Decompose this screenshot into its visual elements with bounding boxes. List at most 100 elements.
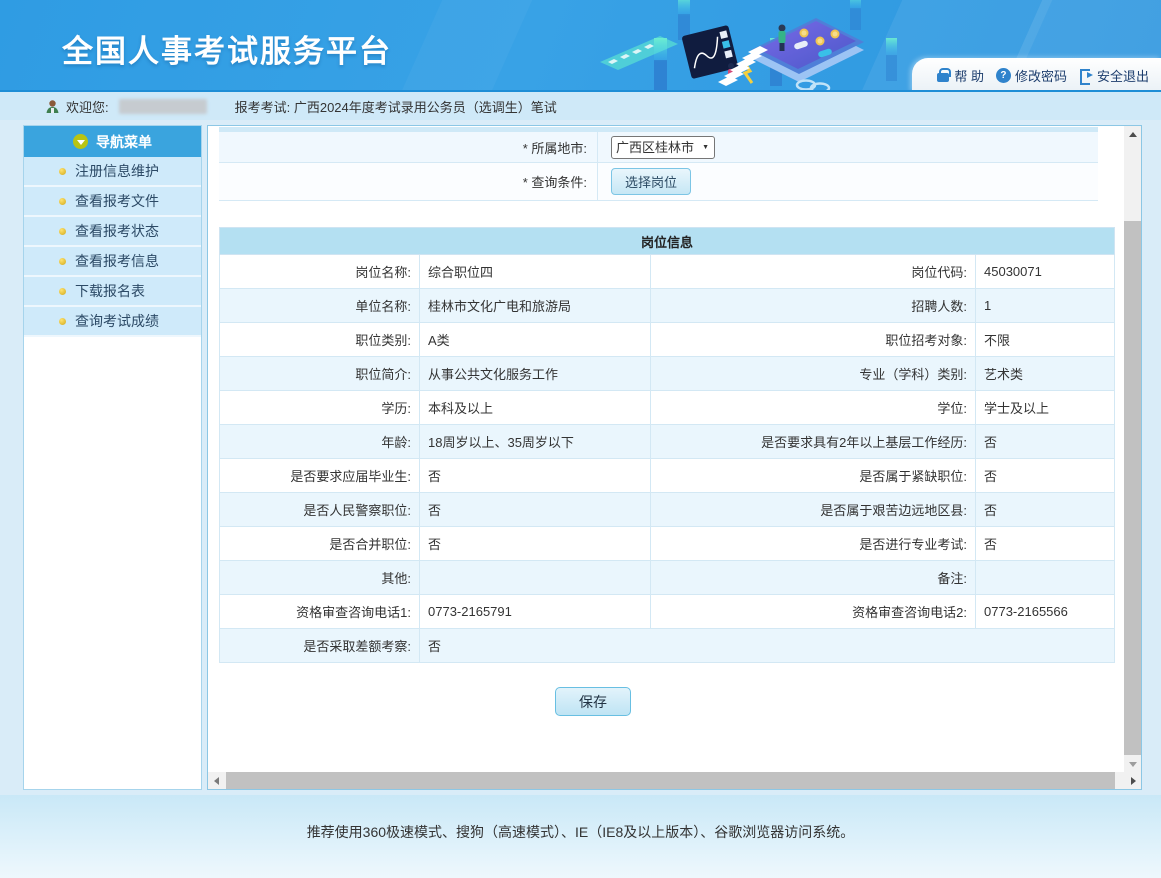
sidebar-item-label: 查看报考状态 bbox=[75, 221, 159, 241]
field-value: 18周岁以上、35周岁以下 bbox=[420, 425, 651, 459]
lock-icon bbox=[936, 68, 950, 82]
dot-icon bbox=[59, 228, 66, 235]
field-label: 专业（学科）类别: bbox=[651, 357, 976, 391]
sidebar-title: 导航菜单 bbox=[96, 132, 152, 152]
field-value: 综合职位四 bbox=[420, 255, 651, 289]
field-value: 否 bbox=[976, 425, 1115, 459]
dot-icon bbox=[59, 288, 66, 295]
header-streak bbox=[393, 0, 536, 92]
redacted-username bbox=[119, 99, 207, 114]
exam-label: 报考考试: 广西2024年度考试录用公务员（选调生）笔试 bbox=[235, 97, 557, 116]
query-form: * 所属地市: 广西区桂林市 * 查询条件: 选择岗位 bbox=[219, 132, 1098, 201]
field-value: 0773-2165566 bbox=[976, 595, 1115, 629]
field-label: 职位类别: bbox=[220, 323, 420, 357]
field-label: 是否合并职位: bbox=[220, 527, 420, 561]
field-value: 学士及以上 bbox=[976, 391, 1115, 425]
table-row: 是否采取差额考察:否 bbox=[220, 629, 1115, 663]
dot-icon bbox=[59, 168, 66, 175]
field-value: A类 bbox=[420, 323, 651, 357]
logout-label: 安全退出 bbox=[1097, 66, 1149, 85]
field-label: 职位招考对象: bbox=[651, 323, 976, 357]
horizontal-scrollbar-thumb[interactable] bbox=[226, 772, 1115, 789]
scroll-right-arrow-icon[interactable] bbox=[1125, 772, 1141, 789]
logout-link[interactable]: 安全退出 bbox=[1079, 66, 1149, 85]
scroll-left-arrow-icon[interactable] bbox=[208, 772, 224, 789]
header-illustration bbox=[598, 0, 928, 92]
change-password-link[interactable]: ? 修改密码 bbox=[996, 66, 1067, 85]
table-row: 岗位名称:综合职位四岗位代码:45030071 bbox=[220, 255, 1115, 289]
sidebar: 导航菜单 注册信息维护 查看报考文件 查看报考状态 查看报考信息 下载报名表 查… bbox=[23, 125, 202, 790]
page-footer: 推荐使用360极速模式、搜狗（高速模式）、IE（IE8及以上版本）、谷歌浏览器访… bbox=[0, 795, 1161, 878]
field-value: 桂林市文化广电和旅游局 bbox=[420, 289, 651, 323]
dot-icon bbox=[59, 258, 66, 265]
question-icon: ? bbox=[996, 68, 1011, 83]
field-value: 本科及以上 bbox=[420, 391, 651, 425]
sidebar-item[interactable]: 查看报考信息 bbox=[24, 247, 201, 277]
table-row: 学历:本科及以上学位:学士及以上 bbox=[220, 391, 1115, 425]
table-row: 资格审查咨询电话1:0773-2165791资格审查咨询电话2:0773-216… bbox=[220, 595, 1115, 629]
field-label: 学位: bbox=[651, 391, 976, 425]
field-label: 年龄: bbox=[220, 425, 420, 459]
page-title: 全国人事考试服务平台 bbox=[62, 26, 392, 71]
sidebar-item-label: 注册信息维护 bbox=[75, 161, 159, 181]
field-value: 艺术类 bbox=[976, 357, 1115, 391]
table-row: 职位类别:A类职位招考对象:不限 bbox=[220, 323, 1115, 357]
choose-position-button[interactable]: 选择岗位 bbox=[611, 168, 691, 195]
field-value: 从事公共文化服务工作 bbox=[420, 357, 651, 391]
help-link-label: 帮 助 bbox=[954, 66, 984, 85]
table-row: 单位名称:桂林市文化广电和旅游局招聘人数:1 bbox=[220, 289, 1115, 323]
position-table-body: 岗位名称:综合职位四岗位代码:45030071单位名称:桂林市文化广电和旅游局招… bbox=[220, 255, 1115, 663]
sidebar-item[interactable]: 查看报考文件 bbox=[24, 187, 201, 217]
city-select-wrap: 广西区桂林市 bbox=[611, 136, 715, 159]
field-label: 是否要求具有2年以上基层工作经历: bbox=[651, 425, 976, 459]
vertical-scrollbar[interactable] bbox=[1124, 126, 1141, 772]
save-button[interactable]: 保存 bbox=[555, 687, 631, 716]
field-value: 否 bbox=[976, 459, 1115, 493]
sidebar-item[interactable]: 下载报名表 bbox=[24, 277, 201, 307]
field-label: 是否采取差额考察: bbox=[220, 629, 420, 663]
field-value: 45030071 bbox=[976, 255, 1115, 289]
exit-icon bbox=[1079, 68, 1093, 82]
vertical-scrollbar-thumb[interactable] bbox=[1124, 221, 1141, 755]
field-label: 是否人民警察职位: bbox=[220, 493, 420, 527]
dot-icon bbox=[59, 318, 66, 325]
quicklinks-bar: 帮 助 ? 修改密码 安全退出 bbox=[912, 58, 1161, 92]
field-label: 单位名称: bbox=[220, 289, 420, 323]
user-icon bbox=[45, 99, 60, 114]
field-label: 是否属于紧缺职位: bbox=[651, 459, 976, 493]
field-label: 岗位代码: bbox=[651, 255, 976, 289]
field-label: 是否要求应届毕业生: bbox=[220, 459, 420, 493]
city-select[interactable]: 广西区桂林市 bbox=[611, 136, 715, 159]
query-condition-row: * 查询条件: 选择岗位 bbox=[219, 163, 1098, 201]
field-label: 备注: bbox=[651, 561, 976, 595]
field-value: 否 bbox=[420, 629, 1115, 663]
sidebar-item-label: 查看报考文件 bbox=[75, 191, 159, 211]
field-label: 岗位名称: bbox=[220, 255, 420, 289]
help-link[interactable]: 帮 助 bbox=[936, 66, 984, 85]
scroll-down-arrow-icon[interactable] bbox=[1124, 756, 1141, 772]
scroll-up-arrow-icon[interactable] bbox=[1124, 126, 1141, 142]
position-info-table: 岗位信息 岗位名称:综合职位四岗位代码:45030071单位名称:桂林市文化广电… bbox=[219, 227, 1115, 663]
sidebar-menu: 注册信息维护 查看报考文件 查看报考状态 查看报考信息 下载报名表 查询考试成绩 bbox=[24, 157, 201, 337]
field-value: 否 bbox=[420, 527, 651, 561]
field-value: 0773-2165791 bbox=[420, 595, 651, 629]
content-scroll-area: * 所属地市: 广西区桂林市 * 查询条件: 选择岗位 bbox=[208, 126, 1124, 772]
field-value bbox=[420, 561, 651, 595]
app-header: 全国人事考试服务平台 bbox=[0, 0, 1161, 92]
field-label: 学历: bbox=[220, 391, 420, 425]
horizontal-scrollbar[interactable] bbox=[208, 772, 1141, 789]
field-value: 不限 bbox=[976, 323, 1115, 357]
sidebar-item[interactable]: 查看报考状态 bbox=[24, 217, 201, 247]
table-row: 其他:备注: bbox=[220, 561, 1115, 595]
welcome-bar: 欢迎您: 报考考试: 广西2024年度考试录用公务员（选调生）笔试 bbox=[0, 92, 1161, 120]
sidebar-item[interactable]: 注册信息维护 bbox=[24, 157, 201, 187]
field-value: 否 bbox=[976, 493, 1115, 527]
field-label: 资格审查咨询电话1: bbox=[220, 595, 420, 629]
dot-icon bbox=[59, 198, 66, 205]
browser-recommendation-text: 推荐使用360极速模式、搜狗（高速模式）、IE（IE8及以上版本）、谷歌浏览器访… bbox=[0, 795, 1161, 842]
sidebar-item[interactable]: 查询考试成绩 bbox=[24, 307, 201, 337]
chevron-down-circle-icon bbox=[73, 134, 88, 149]
sidebar-item-label: 查询考试成绩 bbox=[75, 311, 159, 331]
field-value: 否 bbox=[420, 459, 651, 493]
table-row: 是否合并职位:否是否进行专业考试:否 bbox=[220, 527, 1115, 561]
